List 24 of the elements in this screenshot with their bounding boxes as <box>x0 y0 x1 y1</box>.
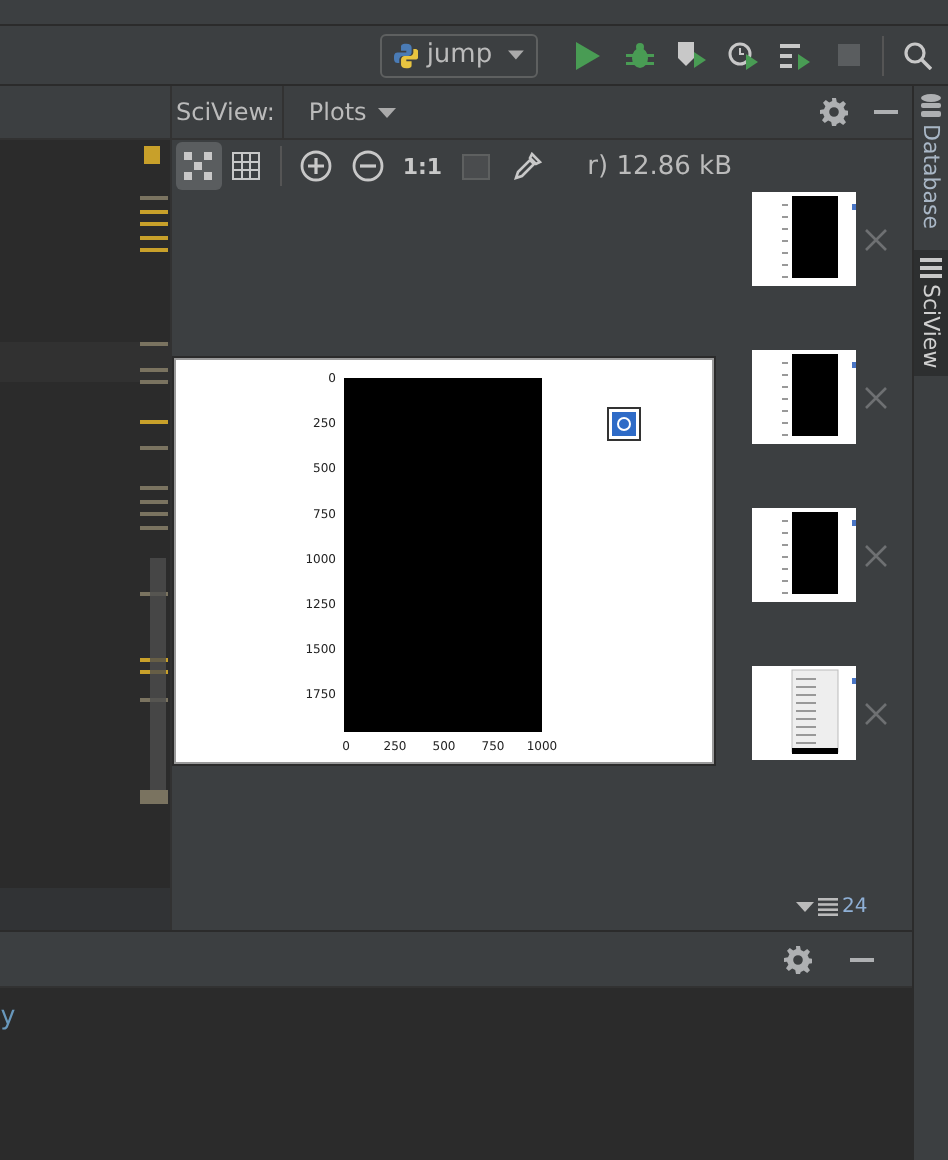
caret-icon <box>508 50 524 60</box>
run-config-dropdown[interactable]: jump <box>380 33 538 77</box>
view-mode-button[interactable] <box>176 142 222 190</box>
plot-thumbnail[interactable] <box>752 508 856 602</box>
image-info: r) 12.86 kB <box>587 151 732 181</box>
database-icon <box>920 94 942 118</box>
plot-thumbnail[interactable] <box>752 192 856 286</box>
fit-icon <box>184 152 213 180</box>
console-text: y <box>0 1002 16 1032</box>
settings-icon[interactable] <box>784 945 812 973</box>
badge-icon <box>607 407 641 441</box>
plot-thumbnail[interactable] <box>752 666 856 760</box>
panel-title: SciView: <box>172 86 285 138</box>
plot-thumbnail[interactable] <box>752 350 856 444</box>
caret-icon <box>378 107 397 117</box>
side-tab[interactable]: Database <box>914 86 948 237</box>
side-tab[interactable]: SciView <box>914 249 948 376</box>
actual-size-button[interactable]: 1:1 <box>394 153 451 179</box>
settings-icon[interactable] <box>820 98 848 126</box>
plot-count: 24 <box>842 896 868 918</box>
list-icon <box>818 898 838 916</box>
python-icon <box>394 41 419 69</box>
plots-dropdown[interactable]: Plots <box>292 98 413 126</box>
caret-icon <box>796 902 814 912</box>
